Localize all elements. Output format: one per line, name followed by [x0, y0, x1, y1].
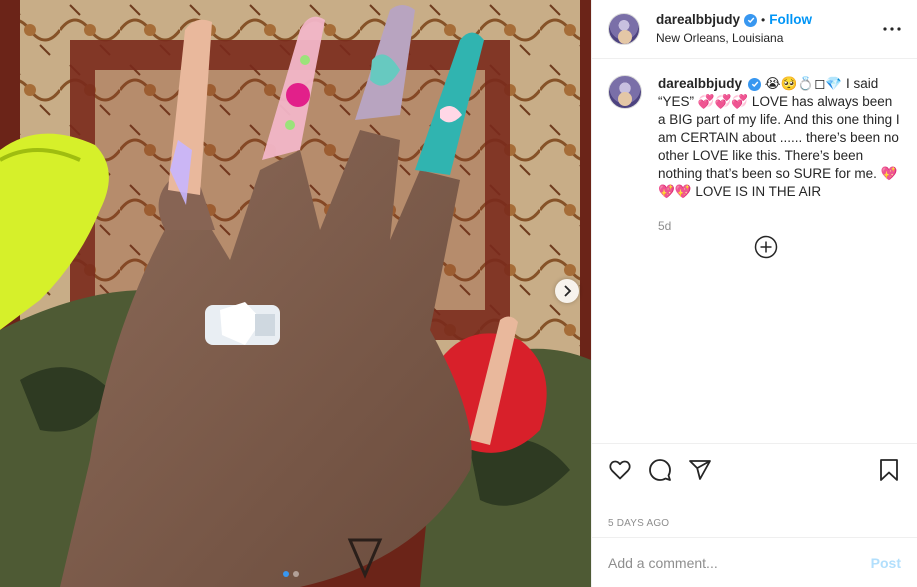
- post-details-panel: darealbbjudy • Follow New Orleans, Louis…: [591, 0, 917, 587]
- comment-form: Post: [592, 537, 917, 587]
- caption: darealbbjudy 😭🥺💍◻💎 I said “YES” 💞💞💞 LOVE…: [608, 75, 901, 235]
- action-bar: [592, 443, 917, 495]
- comment-button[interactable]: [648, 458, 672, 482]
- verified-badge-icon: [748, 77, 762, 91]
- instagram-post: darealbbjudy • Follow New Orleans, Louis…: [0, 0, 917, 587]
- hand-with-ring-photo: [0, 0, 591, 587]
- location-link[interactable]: New Orleans, Louisiana: [656, 30, 812, 46]
- next-photo-button[interactable]: [555, 279, 579, 303]
- caption-emojis: 😭🥺💍◻💎: [764, 76, 843, 91]
- carousel-indicator: [283, 571, 299, 577]
- separator-dot: •: [761, 13, 766, 27]
- comment-bubble-icon: [649, 458, 671, 481]
- bookmark-icon: [880, 458, 898, 481]
- paper-plane-icon: [689, 459, 711, 480]
- caption-text: I said “YES” 💞💞💞 LOVE has always been a …: [658, 76, 904, 199]
- like-button[interactable]: [608, 458, 632, 482]
- save-button[interactable]: [877, 458, 901, 482]
- follow-button[interactable]: Follow: [769, 12, 812, 28]
- post-author: darealbbjudy • Follow New Orleans, Louis…: [656, 12, 812, 46]
- comment-input[interactable]: [608, 554, 871, 571]
- caption-timestamp[interactable]: 5d: [658, 217, 901, 235]
- post-comment-button[interactable]: Post: [871, 555, 901, 571]
- caption-username-link[interactable]: darealbbjudy: [658, 76, 742, 91]
- comments-section: darealbbjudy 😭🥺💍◻💎 I said “YES” 💞💞💞 LOVE…: [592, 59, 917, 443]
- plus-circle-icon: [754, 235, 778, 259]
- carousel-dot-1: [283, 571, 289, 577]
- heart-icon: [609, 460, 631, 479]
- avatar[interactable]: [608, 13, 640, 45]
- chevron-right-icon: [564, 285, 572, 297]
- caption-avatar[interactable]: [608, 75, 642, 109]
- more-options-icon: [883, 27, 901, 31]
- caption-body: darealbbjudy 😭🥺💍◻💎 I said “YES” 💞💞💞 LOVE…: [658, 75, 901, 235]
- verified-badge-icon: [744, 13, 758, 27]
- post-date[interactable]: 5 DAYS AGO: [592, 495, 917, 537]
- more-options-button[interactable]: [883, 27, 901, 31]
- post-photo[interactable]: [0, 0, 591, 587]
- post-header: darealbbjudy • Follow New Orleans, Louis…: [592, 0, 917, 59]
- load-more-comments-button[interactable]: [754, 235, 778, 259]
- username-link[interactable]: darealbbjudy: [656, 12, 740, 28]
- share-button[interactable]: [688, 458, 712, 482]
- carousel-dot-2: [293, 571, 299, 577]
